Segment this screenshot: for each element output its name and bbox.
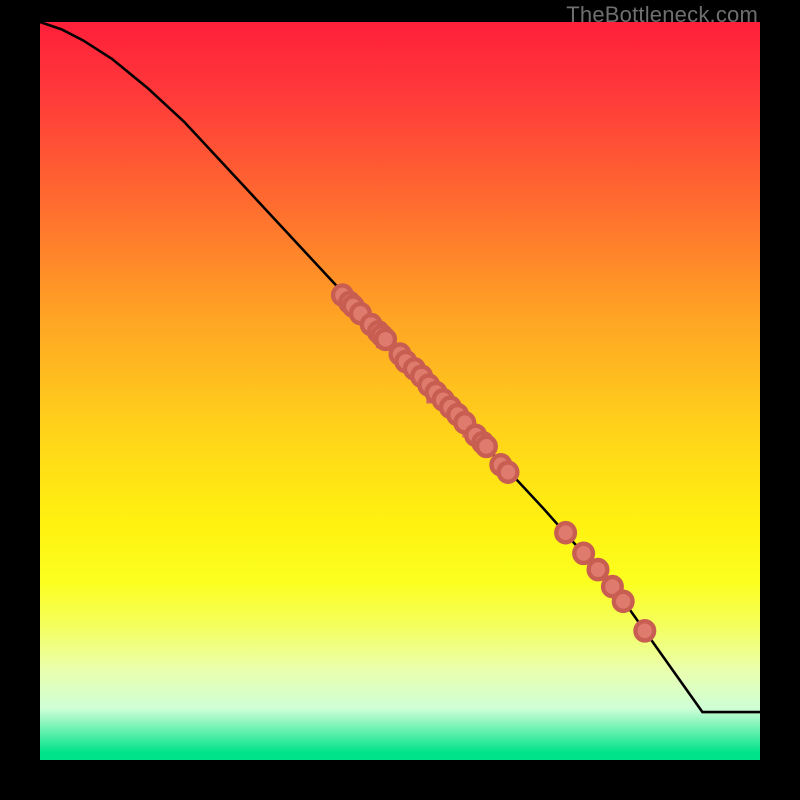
data-point	[477, 437, 496, 456]
data-point	[589, 560, 608, 579]
points-lower-cluster	[556, 523, 654, 640]
data-point	[574, 544, 593, 563]
chart-frame: TheBottleneck.com	[0, 0, 800, 800]
data-point	[614, 592, 633, 611]
chart-svg	[40, 22, 760, 760]
plot-area	[40, 22, 760, 760]
data-point	[499, 463, 518, 482]
data-point	[556, 523, 575, 542]
data-point	[635, 621, 654, 640]
points-upper-cluster	[333, 285, 517, 481]
